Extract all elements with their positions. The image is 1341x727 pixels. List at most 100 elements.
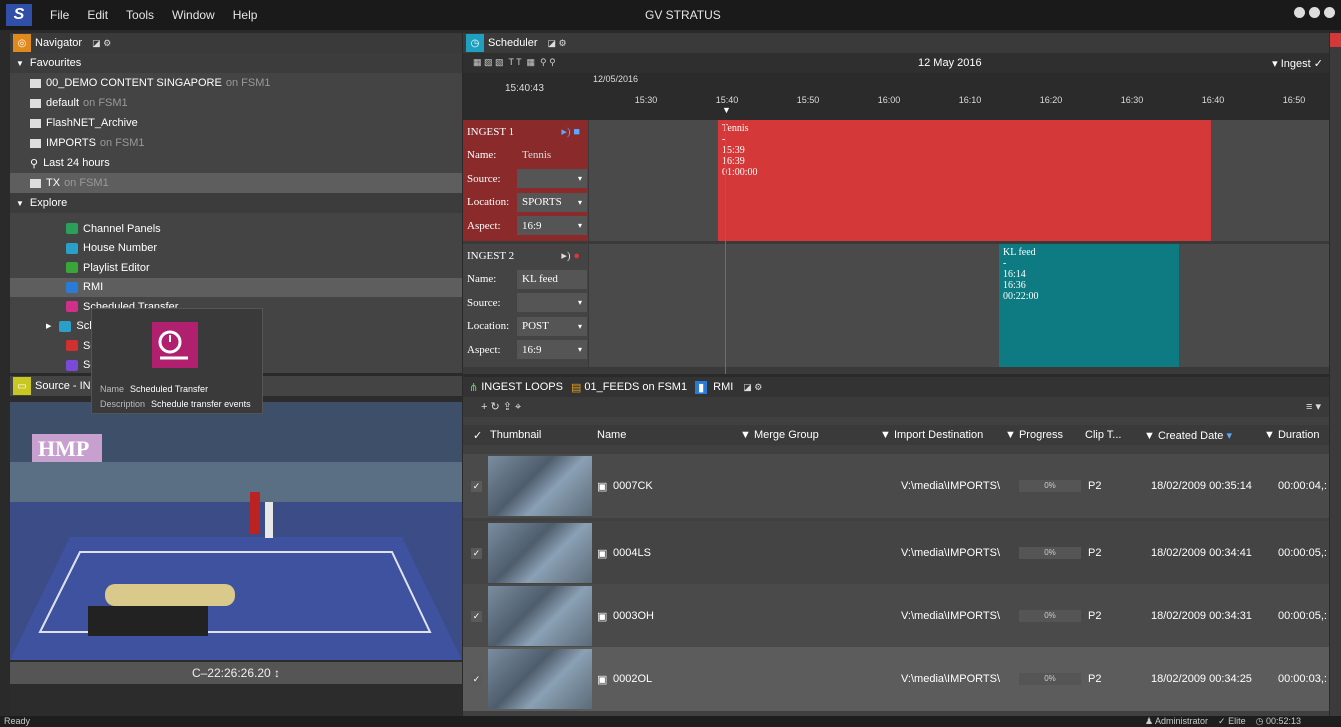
favourite-item[interactable]: FlashNET_Archive — [10, 113, 462, 133]
source-select[interactable]: ▾ — [517, 169, 587, 189]
timeline-header[interactable]: 15:40:43 12/05/2016 15:30 15:40 15:50 16… — [463, 73, 1329, 120]
explore-section[interactable]: ▼ Explore — [10, 193, 462, 213]
aspect-select[interactable]: 16:9 ▾ — [517, 216, 587, 236]
audio-icon[interactable]: ▸) ■ — [561, 125, 580, 138]
current-time: 15:40:43 — [505, 83, 544, 94]
row-checkbox[interactable]: ✓ — [471, 547, 482, 559]
chevron-right-icon: ▶ — [46, 323, 52, 331]
aspect-select[interactable]: 16:9 ▾ — [517, 340, 587, 360]
col-merge-group[interactable]: ▼ Merge Group — [740, 429, 819, 441]
row-progress: 0% — [1019, 547, 1081, 559]
event-tennis[interactable]: Tennis - 15:39 16:39 01:00:00 — [718, 120, 1211, 241]
clip-thumbnail — [488, 649, 592, 709]
row-duration: 00:00:04,: — [1278, 480, 1327, 492]
menu-edit[interactable]: Edit — [87, 8, 108, 22]
ingest-dropdown[interactable]: ▾ Ingest ✓ — [1272, 57, 1323, 70]
minimize-icon[interactable] — [1294, 7, 1305, 18]
panel-options-icon[interactable]: ◪ ⚙ — [743, 382, 762, 393]
tab-ingest-loops[interactable]: INGEST LOOPS — [481, 381, 563, 393]
close-icon[interactable] — [1324, 7, 1335, 18]
col-duration[interactable]: ▼ Duration — [1264, 429, 1320, 441]
favourite-item[interactable]: default on FSM1 — [10, 93, 462, 113]
add-icon[interactable]: + ↻ ⇪ ⌖ — [481, 400, 521, 414]
col-import-destination[interactable]: ▼ Import Destination — [880, 429, 983, 441]
panel-options-icon[interactable]: ◪ ⚙ — [92, 38, 111, 49]
playhead-marker-icon[interactable]: ▼ — [722, 105, 731, 115]
toolbar-icons[interactable]: ▦ ▨ ▧ T T ▦ ⚲ ⚲ — [473, 57, 556, 68]
search-icon[interactable] — [1330, 33, 1341, 47]
favourite-item[interactable]: TX on FSM1 — [10, 173, 462, 193]
explore-item[interactable]: RMI — [10, 277, 462, 297]
explore-item[interactable]: House Number — [10, 239, 462, 259]
menu-window[interactable]: Window — [172, 8, 215, 22]
rmi-toolbar: + ↻ ⇪ ⌖ ≡ ▾ — [463, 397, 1329, 417]
col-name[interactable]: Name — [597, 429, 626, 441]
row-checkbox[interactable]: ✓ — [471, 610, 482, 622]
clock-status: ◷ 00:52:13 — [1255, 716, 1301, 726]
name-label: Name: — [467, 273, 497, 286]
table-row[interactable]: ✓ ▣ 0003OH V:\media\IMPORTS\ 0% P2 18/02… — [463, 584, 1329, 648]
navigator-title: Navigator — [35, 37, 83, 49]
menu-file[interactable]: File — [50, 8, 69, 22]
row-created: 18/02/2009 00:34:31 — [1151, 610, 1252, 622]
location-select[interactable]: SPORTS ▾ — [517, 192, 587, 212]
favourite-item[interactable]: IMPORTS on FSM1 — [10, 133, 462, 153]
menu-tools[interactable]: Tools — [126, 8, 154, 22]
segment-icon — [66, 340, 78, 352]
clock-icon: ◷ — [466, 34, 484, 52]
menu-bar: S File Edit Tools Window Help GV STRATUS — [0, 0, 1341, 30]
row-checkbox[interactable]: ✓ — [471, 673, 482, 685]
row-created: 18/02/2009 00:35:14 — [1151, 480, 1252, 492]
event-start: 16:14 — [1003, 269, 1026, 280]
aspect-label: Aspect: — [467, 219, 501, 232]
location-label: Location: — [467, 320, 510, 333]
tab-rmi[interactable]: RMI — [713, 381, 733, 393]
tab-feeds[interactable]: 01_FEEDS on FSM1 — [584, 381, 687, 393]
menu-icon[interactable]: ≡ ▾ — [1306, 400, 1321, 413]
svg-text:HMP: HMP — [38, 436, 89, 461]
row-name: 0004LS — [613, 547, 651, 559]
favourite-item[interactable]: 00_DEMO CONTENT SINGAPORE on FSM1 — [10, 73, 462, 93]
col-thumbnail[interactable]: Thumbnail — [490, 429, 541, 441]
table-row[interactable]: ✓ ▣ 0007CK V:\media\IMPORTS\ 0% P2 18/02… — [463, 454, 1329, 518]
col-created-date[interactable]: ▼ Created Date ▾ — [1144, 429, 1232, 442]
source-select[interactable]: ▾ — [517, 293, 587, 313]
timecode-display[interactable]: C–22:26:26.20 ↕ — [10, 662, 462, 684]
table-row[interactable]: ✓ ▣ 0002OL V:\media\IMPORTS\ 0% P2 18/02… — [463, 647, 1329, 711]
menu-help[interactable]: Help — [233, 8, 258, 22]
audio-icon[interactable]: ▸) ● — [561, 249, 580, 262]
name-field[interactable]: Tennis — [517, 145, 587, 165]
maximize-icon[interactable] — [1309, 7, 1320, 18]
location-select[interactable]: POST ▾ — [517, 316, 587, 336]
tooltip-desc-label: Description — [100, 399, 146, 409]
row-progress: 0% — [1019, 673, 1081, 685]
event-kl-feed[interactable]: KL feed - 16:14 16:36 00:22:00 — [999, 244, 1179, 367]
select-all-checkbox[interactable]: ✓ — [473, 429, 482, 442]
chevron-down-icon: ▾ — [577, 221, 582, 231]
app-logo: S — [6, 4, 32, 26]
user-status[interactable]: ♟ Administrator — [1145, 716, 1208, 727]
row-checkbox[interactable]: ✓ — [471, 480, 482, 492]
chevron-down-icon: ▾ — [577, 345, 582, 355]
favourites-section[interactable]: ▼ Favourites — [10, 53, 462, 73]
favourite-suffix: on FSM1 — [83, 97, 128, 109]
col-clip-type[interactable]: Clip T... — [1085, 429, 1121, 441]
inspector-strip[interactable] — [1330, 33, 1341, 716]
row-clip-type: P2 — [1088, 547, 1102, 559]
search-icon: ⚲ — [30, 157, 39, 170]
row-name: 0007CK — [613, 480, 653, 492]
row-duration: 00:00:03,: — [1278, 673, 1327, 685]
timeline-tick: 15:40 — [715, 95, 739, 105]
explore-item[interactable]: Channel Panels — [10, 219, 462, 239]
name-field[interactable]: KL feed — [517, 269, 587, 289]
panel-options-icon[interactable]: ◪ ⚙ — [548, 38, 567, 49]
col-progress[interactable]: ▼ Progress — [1005, 429, 1063, 441]
favourite-name: default — [46, 97, 80, 109]
ingest-lane-2-track[interactable] — [589, 244, 1329, 367]
channel-panels-icon — [66, 223, 78, 235]
favourite-item[interactable]: ⚲ Last 24 hours — [10, 153, 462, 173]
lane-aspect-row: Aspect: 16:9 ▾ — [463, 214, 588, 238]
video-viewer[interactable]: HMP — [10, 402, 462, 660]
explore-item[interactable]: Playlist Editor — [10, 258, 462, 278]
table-row[interactable]: ✓ ▣ 0004LS V:\media\IMPORTS\ 0% P2 18/02… — [463, 521, 1329, 585]
